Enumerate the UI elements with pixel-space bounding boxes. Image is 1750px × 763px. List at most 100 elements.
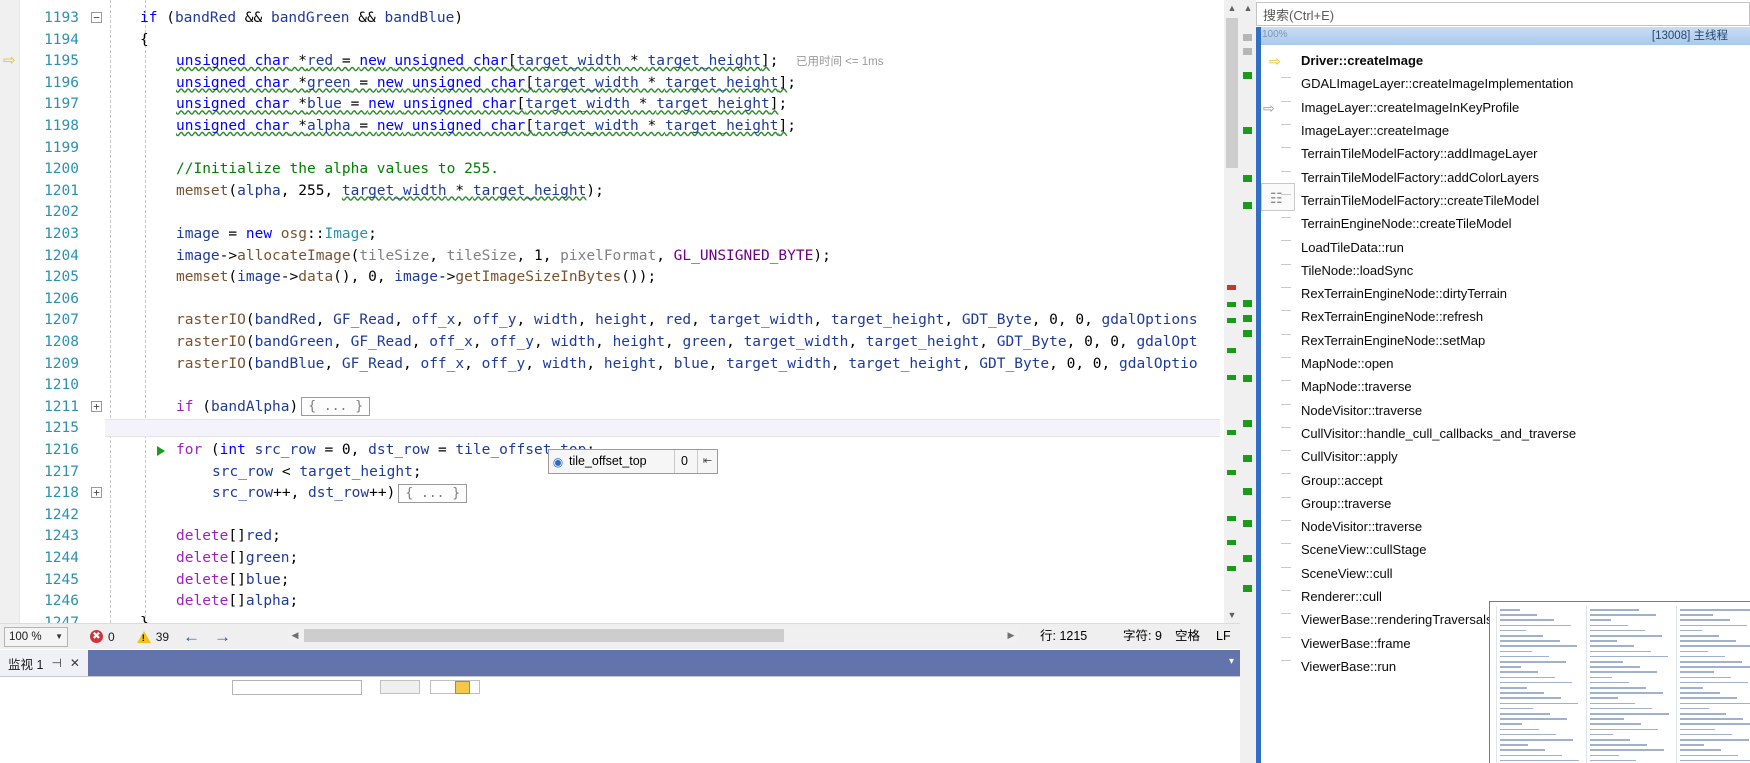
code-line[interactable]: delete[]blue; xyxy=(112,570,290,592)
call-stack-row[interactable]: GDALImageLayer::createImageImplementatio… xyxy=(1261,72,1750,95)
call-stack-row[interactable]: RexTerrainEngineNode::refresh xyxy=(1261,305,1750,328)
zoom-level-dropdown[interactable]: 100 % ▼ xyxy=(4,626,68,647)
warning-count-group[interactable]: 39 xyxy=(136,630,169,644)
code-line[interactable]: image->allocateImage(tileSize, tileSize,… xyxy=(112,246,831,268)
code-line[interactable]: memset(alpha, 255, target_width * target… xyxy=(112,181,604,203)
watch-grid[interactable] xyxy=(0,676,1240,763)
code-line[interactable]: for (int src_row = 0, dst_row = tile_off… xyxy=(112,440,595,462)
call-stack-row[interactable]: SceneView::cull xyxy=(1261,562,1750,585)
code-text-area[interactable]: if (bandRed && bandGreen && bandBlue){un… xyxy=(112,0,1240,623)
code-line[interactable]: //Initialize the alpha values to 255. xyxy=(112,159,499,181)
call-stack-row[interactable]: RexTerrainEngineNode::dirtyTerrain xyxy=(1261,282,1750,305)
collapsed-block[interactable]: { ... } xyxy=(301,397,371,417)
stack-tick-icon xyxy=(1281,426,1291,428)
chevron-down-icon[interactable]: ▾ xyxy=(1229,656,1234,667)
datatip-variable-value[interactable]: 0 xyxy=(675,450,697,473)
call-stack-row[interactable]: SceneView::cullStage xyxy=(1261,538,1750,561)
call-stack-list[interactable]: [13008] 主线程 100% ☷ ⇨ Driver::createImage G… xyxy=(1256,27,1750,763)
code-line[interactable]: if (bandRed && bandGreen && bandBlue) xyxy=(112,8,463,30)
watch-cell[interactable] xyxy=(380,680,420,694)
watch-name-input[interactable] xyxy=(232,680,362,695)
minimap-code-line xyxy=(1500,655,1549,658)
hscroll-thumb[interactable] xyxy=(304,629,784,642)
call-stack-row[interactable]: NodeVisitor::traverse xyxy=(1261,515,1750,538)
call-stack-row[interactable]: TerrainTileModelFactory::addColorLayers xyxy=(1261,166,1750,189)
call-stack-row-gutter xyxy=(1261,445,1299,468)
code-line[interactable]: rasterIO(bandGreen, GF_Read, off_x, off_… xyxy=(112,332,1198,354)
navigate-forward-button[interactable]: → xyxy=(214,627,231,647)
call-stack-row[interactable]: ⇨ Driver::createImage xyxy=(1261,49,1750,72)
code-minimap-preview[interactable] xyxy=(1489,601,1750,763)
code-line[interactable]: delete[]alpha; xyxy=(112,591,298,613)
call-stack-row[interactable]: ImageLayer::createImage xyxy=(1261,119,1750,142)
call-stack-row[interactable]: TerrainEngineNode::createTileModel xyxy=(1261,212,1750,235)
pin-icon[interactable]: ⊣ xyxy=(51,656,61,670)
run-to-cursor-icon[interactable] xyxy=(157,446,165,456)
code-line[interactable]: unsigned char *alpha = new unsigned char… xyxy=(112,116,796,138)
error-count-group[interactable]: ✖ 0 xyxy=(90,630,115,644)
collapsed-block[interactable]: { ... } xyxy=(398,483,468,503)
call-stack-row[interactable]: Group::traverse xyxy=(1261,492,1750,515)
code-editor-pane[interactable]: ⇨ 1193 1194 1195 1196 1197 1198 1199 1200 1201 12… xyxy=(0,0,1240,623)
call-stack-row[interactable]: TileNode::loadSync xyxy=(1261,259,1750,282)
call-stack-row[interactable]: Group::accept xyxy=(1261,468,1750,491)
hscroll-left-arrow-icon[interactable]: ◀ xyxy=(288,630,302,641)
scroll-down-arrow-icon[interactable]: ▼ xyxy=(1224,607,1240,623)
code-line[interactable]: rasterIO(bandBlue, GF_Read, off_x, off_y… xyxy=(112,354,1198,376)
editor-horizontal-scrollbar[interactable]: ◀ ▶ xyxy=(288,627,1018,644)
editor-indicator-margin[interactable]: ⇨ xyxy=(0,0,20,623)
code-line[interactable]: memset(image->data(), 0, image->getImage… xyxy=(112,267,656,289)
close-icon[interactable]: ✕ xyxy=(70,656,80,670)
editor-scrollbar-thumb[interactable] xyxy=(1226,18,1238,168)
minimap-code-line xyxy=(1500,723,1522,725)
fold-collapse-icon[interactable]: − xyxy=(91,12,102,23)
call-stack-frame-label: TerrainTileModelFactory::addColorLayers xyxy=(1301,169,1539,185)
scrollbar-change-mark xyxy=(1227,375,1236,380)
call-stack-row[interactable]: TerrainTileModelFactory::createTileModel xyxy=(1261,189,1750,212)
code-line[interactable]: image = new osg::Image; xyxy=(112,224,377,246)
panel-vertical-scrollbar[interactable]: ▲ xyxy=(1240,0,1256,763)
line-number: 1243 xyxy=(44,528,79,545)
call-stack-frame-label: Group::accept xyxy=(1301,472,1383,488)
call-stack-row-gutter xyxy=(1261,305,1299,328)
code-folding-gutter[interactable]: − + + xyxy=(88,0,110,623)
scroll-up-arrow-icon[interactable]: ▲ xyxy=(1240,0,1256,16)
code-line[interactable]: if (bandAlpha){ ... } xyxy=(112,397,371,419)
call-stack-row[interactable]: TerrainTileModelFactory::addImageLayer xyxy=(1261,142,1750,165)
tab-watch-1[interactable]: 监视 1 ⊣ ✕ xyxy=(0,650,88,676)
call-stack-row[interactable]: CullVisitor::handle_cull_callbacks_and_t… xyxy=(1261,422,1750,445)
code-line[interactable]: unsigned char *blue = new unsigned char[… xyxy=(112,94,787,116)
minimap-code-line xyxy=(1680,650,1708,653)
call-stack-row[interactable]: CullVisitor::apply xyxy=(1261,445,1750,468)
call-stack-frame-label: ImageLayer::createImageInKeyProfile xyxy=(1301,99,1520,115)
call-stack-frame-label: RexTerrainEngineNode::refresh xyxy=(1301,309,1484,325)
call-stack-frame-label: TerrainEngineNode::createTileModel xyxy=(1301,216,1512,232)
code-line[interactable]: rasterIO(bandRed, GF_Read, off_x, off_y,… xyxy=(112,310,1198,332)
navigate-back-button[interactable]: ← xyxy=(183,627,200,647)
scroll-up-arrow-icon[interactable]: ▲ xyxy=(1224,0,1240,16)
call-stack-row[interactable]: NodeVisitor::traverse xyxy=(1261,399,1750,422)
call-stack-row[interactable]: RexTerrainEngineNode::setMap xyxy=(1261,329,1750,352)
call-stack-row[interactable]: MapNode::open xyxy=(1261,352,1750,375)
minimap-code-line xyxy=(1590,645,1634,647)
code-line[interactable]: src_row++, dst_row++){ ... } xyxy=(112,483,468,505)
code-line[interactable]: src_row < target_height; xyxy=(112,462,422,484)
call-stack-row[interactable]: ⇨ ImageLayer::createImageInKeyProfile xyxy=(1261,96,1750,119)
line-number: 1193 xyxy=(44,10,79,26)
code-line[interactable]: unsigned char *red = new unsigned char[t… xyxy=(112,51,884,73)
code-line[interactable]: delete[]green; xyxy=(112,548,298,570)
hscroll-right-arrow-icon[interactable]: ▶ xyxy=(1004,630,1018,641)
editor-vertical-scrollbar[interactable]: ▲ ▼ xyxy=(1224,0,1240,623)
datatip-pin-icon[interactable]: ⇤ xyxy=(697,450,717,473)
debug-datatip[interactable]: ◉ tile_offset_top 0 ⇤ xyxy=(548,449,718,474)
code-line[interactable]: delete[]red; xyxy=(112,526,281,548)
code-line[interactable]: unsigned char *green = new unsigned char… xyxy=(112,73,796,95)
fold-expand-icon[interactable]: + xyxy=(91,487,102,499)
call-stack-row[interactable]: MapNode::traverse xyxy=(1261,375,1750,398)
minimap-code-line xyxy=(1500,624,1571,627)
call-stack-row[interactable]: LoadTileData::run xyxy=(1261,235,1750,258)
fold-expand-icon[interactable]: + xyxy=(91,400,102,412)
code-line[interactable]: { xyxy=(112,30,149,52)
code-line[interactable]: } xyxy=(112,613,149,623)
search-input[interactable]: 搜索(Ctrl+E) xyxy=(1256,2,1750,26)
